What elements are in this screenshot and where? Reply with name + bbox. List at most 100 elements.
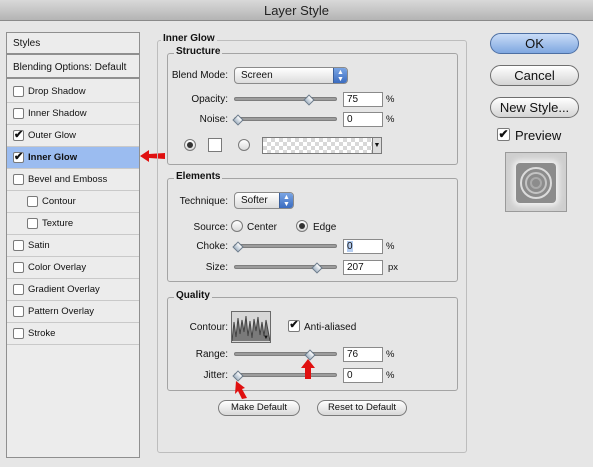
contour-picker[interactable]: ▼: [231, 311, 271, 343]
style-item-outer-glow[interactable]: ✔ Outer Glow: [7, 125, 139, 147]
new-style-button[interactable]: New Style...: [490, 97, 579, 118]
source-center-radio[interactable]: [231, 220, 243, 232]
color-radio[interactable]: [184, 139, 196, 151]
panel-title: Inner Glow: [161, 33, 217, 44]
style-item-inner-glow[interactable]: ✔ Inner Glow: [7, 147, 139, 169]
style-item-label: Drop Shadow: [28, 86, 86, 97]
technique-select[interactable]: Softer ▲ ▼: [234, 192, 294, 209]
style-item-label: Inner Shadow: [28, 108, 87, 119]
styles-header[interactable]: Styles: [7, 33, 139, 55]
anti-aliased-label: Anti-aliased: [304, 322, 357, 333]
noise-unit: %: [386, 114, 395, 125]
noise-slider[interactable]: [234, 117, 337, 121]
style-item-label: Bevel and Emboss: [28, 174, 108, 185]
choke-slider[interactable]: [234, 244, 337, 248]
size-unit: px: [388, 262, 399, 273]
style-preview-thumbnail: [505, 152, 567, 212]
contour-label: Contour:: [189, 322, 228, 333]
cancel-button[interactable]: Cancel: [490, 65, 579, 86]
style-item-checkbox[interactable]: [27, 196, 38, 207]
opacity-unit: %: [386, 94, 395, 105]
source-label: Source:: [193, 222, 228, 233]
noise-field[interactable]: 0: [343, 112, 383, 127]
style-item-checkbox[interactable]: [13, 284, 24, 295]
range-field[interactable]: 76: [343, 347, 383, 362]
style-item-label: Stroke: [28, 328, 56, 339]
gradient-radio[interactable]: [238, 139, 250, 151]
range-unit: %: [386, 349, 395, 360]
range-label: Range:: [195, 349, 228, 360]
elements-title: Elements: [174, 171, 223, 182]
style-item-checkbox[interactable]: [27, 218, 38, 229]
choke-field[interactable]: 0: [343, 239, 383, 254]
annotation-arrow-range: [301, 359, 315, 379]
style-item-gradient-overlay[interactable]: Gradient Overlay: [7, 279, 139, 301]
choke-value: 0: [347, 241, 353, 252]
structure-title: Structure: [174, 46, 223, 57]
jitter-unit: %: [386, 370, 395, 381]
style-item-label: Gradient Overlay: [28, 284, 100, 295]
jitter-label: Jitter:: [203, 370, 228, 381]
source-edge-label: Edge: [313, 222, 337, 233]
style-item-checkbox[interactable]: [13, 240, 24, 251]
style-item-checkbox[interactable]: [13, 86, 24, 97]
select-arrows-icon: ▲ ▼: [279, 193, 293, 208]
style-item-checkbox[interactable]: [13, 108, 24, 119]
gradient-picker[interactable]: ▼: [262, 137, 382, 154]
blend-mode-select[interactable]: Screen ▲ ▼: [234, 67, 348, 84]
blend-mode-label: Blend Mode:: [171, 70, 228, 81]
style-item-inner-shadow[interactable]: Inner Shadow: [7, 103, 139, 125]
preview-checkbox[interactable]: ✔: [497, 128, 510, 141]
preview-swatch: [516, 163, 556, 203]
style-item-pattern-overlay[interactable]: Pattern Overlay: [7, 301, 139, 323]
style-item-label: Texture: [42, 218, 74, 229]
blending-options-item[interactable]: Blending Options: Default: [7, 57, 139, 79]
style-item-label: Pattern Overlay: [28, 306, 94, 317]
anti-aliased-checkbox[interactable]: ✔: [288, 320, 300, 332]
window-title: Layer Style: [0, 0, 593, 21]
preview-label: Preview: [515, 128, 562, 143]
blend-mode-value: Screen: [241, 70, 273, 81]
size-label: Size:: [205, 262, 228, 273]
style-item-texture[interactable]: Texture: [7, 213, 139, 235]
size-field[interactable]: 207: [343, 260, 383, 275]
opacity-slider[interactable]: [234, 97, 337, 101]
style-list: Styles Blending Options: Default Drop Sh…: [6, 32, 140, 458]
style-item-checkbox[interactable]: [13, 262, 24, 273]
gradient-dropdown-icon[interactable]: ▼: [372, 138, 381, 153]
make-default-button[interactable]: Make Default: [218, 400, 300, 416]
choke-unit: %: [386, 241, 395, 252]
glow-color-swatch[interactable]: [208, 138, 222, 152]
style-item-stroke[interactable]: Stroke: [7, 323, 139, 345]
source-edge-radio[interactable]: [296, 220, 308, 232]
style-item-contour[interactable]: Contour: [7, 191, 139, 213]
style-item-checkbox[interactable]: ✔: [13, 152, 24, 163]
jitter-slider[interactable]: [234, 373, 337, 377]
annotation-arrow-jitter: [235, 381, 247, 399]
reset-default-button[interactable]: Reset to Default: [317, 400, 407, 416]
noise-label: Noise:: [199, 114, 228, 125]
style-item-label: Outer Glow: [28, 130, 77, 141]
style-item-label: Satin: [28, 240, 50, 251]
style-item-satin[interactable]: Satin: [7, 235, 139, 257]
ok-button[interactable]: OK: [490, 33, 579, 54]
style-item-color-overlay[interactable]: Color Overlay: [7, 257, 139, 279]
style-item-checkbox[interactable]: [13, 306, 24, 317]
quality-title: Quality: [174, 290, 212, 301]
opacity-field[interactable]: 75: [343, 92, 383, 107]
style-item-checkbox[interactable]: [13, 328, 24, 339]
style-item-checkbox[interactable]: ✔: [13, 130, 24, 141]
style-item-bevel-and-emboss[interactable]: Bevel and Emboss: [7, 169, 139, 191]
style-item-label: Color Overlay: [28, 262, 87, 273]
preview-glow-icon: [520, 167, 552, 199]
technique-value: Softer: [241, 195, 268, 206]
style-item-label: Inner Glow: [28, 152, 78, 163]
style-item-checkbox[interactable]: [13, 174, 24, 185]
source-center-label: Center: [247, 222, 278, 233]
select-arrows-icon: ▲ ▼: [333, 68, 347, 83]
jitter-field[interactable]: 0: [343, 368, 383, 383]
opacity-label: Opacity:: [191, 94, 228, 105]
range-slider[interactable]: [234, 352, 337, 356]
contour-dropdown-icon[interactable]: ▼: [263, 335, 269, 341]
style-item-drop-shadow[interactable]: Drop Shadow: [7, 81, 139, 103]
